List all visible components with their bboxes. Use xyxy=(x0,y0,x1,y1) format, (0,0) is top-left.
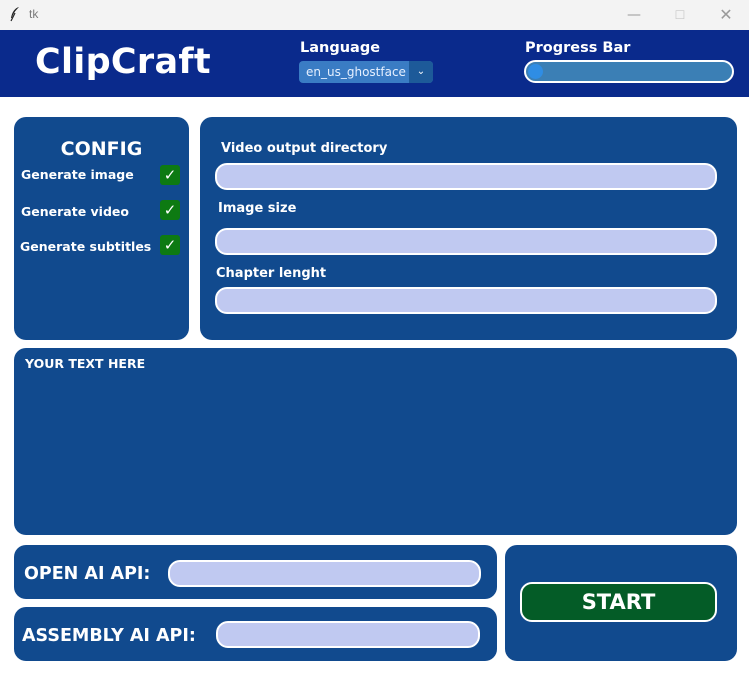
assembly-api-label: ASSEMBLY AI API: xyxy=(22,626,196,646)
language-value: en_us_ghostface xyxy=(306,65,406,79)
video-output-directory-input[interactable] xyxy=(215,163,717,190)
start-button[interactable]: START xyxy=(520,582,717,622)
window-title: tk xyxy=(29,7,39,21)
generate-image-label: Generate image xyxy=(21,167,134,182)
generate-video-checkbox[interactable]: ✓ xyxy=(160,200,180,220)
config-title: CONFIG xyxy=(60,138,143,160)
progress-bar-fill xyxy=(528,64,543,79)
checkmark-icon: ✓ xyxy=(163,166,177,184)
checkmark-icon: ✓ xyxy=(163,201,177,219)
progress-bar xyxy=(524,60,734,83)
generate-subtitles-checkbox[interactable]: ✓ xyxy=(160,235,180,255)
app-logo: ClipCraft xyxy=(35,42,211,82)
video-output-directory-label: Video output directory xyxy=(221,141,388,156)
checkmark-icon: ✓ xyxy=(163,236,177,254)
text-input-area[interactable] xyxy=(14,348,737,535)
maximize-button[interactable]: ☐ xyxy=(657,0,703,30)
progress-label: Progress Bar xyxy=(525,40,631,56)
assembly-api-input[interactable] xyxy=(216,621,480,648)
close-button[interactable]: ✕ xyxy=(703,0,749,30)
language-label: Language xyxy=(300,40,381,56)
text-area-label: YOUR TEXT HERE xyxy=(25,356,146,371)
chevron-down-icon[interactable]: ⌄ xyxy=(409,61,433,83)
openai-api-label: OPEN AI API: xyxy=(24,564,151,584)
image-size-label: Image size xyxy=(218,201,297,216)
generate-image-checkbox[interactable]: ✓ xyxy=(160,165,180,185)
generate-video-label: Generate video xyxy=(21,204,129,219)
generate-subtitles-label: Generate subtitles xyxy=(20,239,152,254)
openai-api-input[interactable] xyxy=(168,560,481,587)
window-titlebar: tk — ☐ ✕ xyxy=(0,0,749,30)
image-size-input[interactable] xyxy=(215,228,717,255)
language-dropdown[interactable]: en_us_ghostface ⌄ xyxy=(299,61,433,83)
chapter-length-label: Chapter lenght xyxy=(216,266,327,281)
minimize-button[interactable]: — xyxy=(611,0,657,30)
feather-icon xyxy=(10,7,19,22)
chapter-length-input[interactable] xyxy=(215,287,717,314)
